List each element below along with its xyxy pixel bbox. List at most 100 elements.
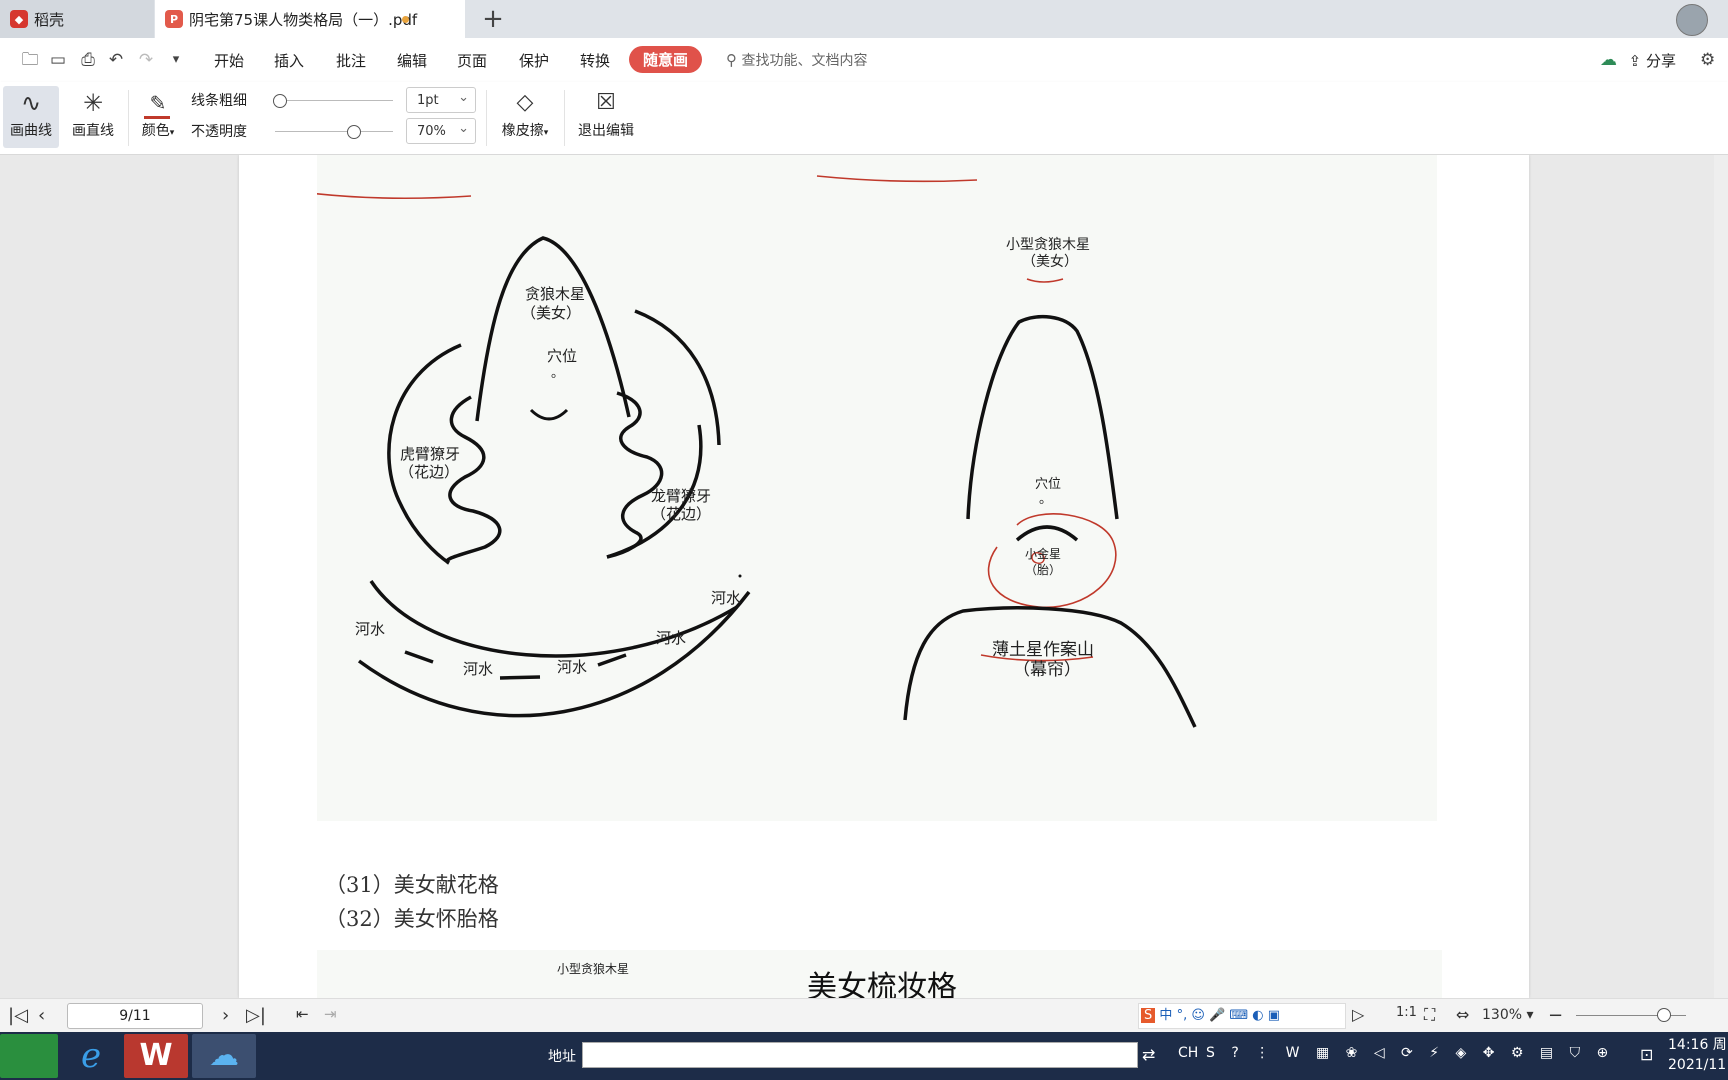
menu-edit[interactable]: 编辑 [397, 50, 427, 71]
search-placeholder: 查找功能、文档内容 [741, 53, 868, 69]
prev-page-icon[interactable]: ‹ [38, 1005, 45, 1026]
avatar[interactable] [1676, 4, 1708, 36]
wps-office-icon[interactable]: W [124, 1034, 188, 1078]
river-dash [597, 653, 627, 667]
next-page-icon[interactable]: › [222, 1005, 229, 1026]
zoom-value: 130% [1482, 1007, 1523, 1023]
vertical-scrollbar[interactable] [1714, 155, 1728, 998]
red-annotation-stroke [1026, 278, 1064, 283]
clock-date: 2021/11 [1668, 1057, 1727, 1073]
close-box-icon: ☒ [596, 90, 616, 115]
system-tray-icons[interactable]: S ? ⋮ W ▦ ❀ ◁ ⟳ ⚡ ◈ ✥ ⚙ ▤ ⛉ ⊕ [1206, 1045, 1614, 1061]
ime-tools-icon: °, ☺ 🎤 ⌨ ◐ ▣ [1176, 1008, 1280, 1023]
first-page-icon[interactable]: |◁ [8, 1005, 28, 1026]
zoom-slider-knob[interactable] [1657, 1008, 1671, 1022]
ie-browser-icon[interactable]: ℯ [60, 1034, 122, 1078]
thickness-select[interactable]: 1pt [406, 85, 476, 113]
start-button[interactable] [0, 1034, 58, 1078]
unsaved-indicator [402, 16, 409, 23]
address-go-icon[interactable]: ⇄ [1142, 1045, 1155, 1064]
ime-toolbar[interactable]: S 中 °, ☺ 🎤 ⌨ ◐ ▣ [1138, 1003, 1346, 1029]
curve-icon: ∿ [20, 89, 42, 117]
share-label: 分享 [1645, 52, 1676, 70]
exit-edit-button[interactable]: ☒ 退出编辑 [572, 86, 640, 148]
dragon-arm-fangs [606, 391, 664, 559]
input-language-label[interactable]: CH [1178, 1045, 1198, 1061]
print-icon[interactable]: ⎙ [78, 50, 98, 70]
next-figure-heading: 美女梳妆格 [807, 970, 957, 998]
pdf-file-icon: P [165, 10, 183, 28]
eraser-button[interactable]: ◇ 橡皮擦▾ [494, 86, 556, 148]
divider [486, 90, 487, 146]
table-mountain-subtitle: （幕帘） [1013, 660, 1081, 680]
river-label: 河水 [711, 589, 742, 607]
tab-document[interactable]: P 阴宅第75课人物类格局（一）.pdf [155, 0, 465, 38]
color-picker-button[interactable]: ✎ 颜色▾ [132, 86, 184, 148]
last-page-icon[interactable]: ▷| [246, 1005, 266, 1026]
cloud-sync-icon[interactable]: ☁ [1600, 50, 1617, 70]
red-annotation-stroke [816, 175, 978, 183]
address-input[interactable] [582, 1042, 1138, 1068]
opacity-select[interactable]: 70% [406, 116, 476, 144]
menu-convert[interactable]: 转换 [580, 50, 610, 71]
search-box[interactable]: ⚲ 查找功能、文档内容 [726, 50, 867, 70]
tab-home[interactable]: ◆ 稻壳 [0, 0, 154, 38]
dragon-arm-subtitle: （花边） [651, 505, 712, 523]
undo-icon[interactable]: ↶ [106, 50, 126, 70]
menu-start[interactable]: 开始 [214, 50, 244, 71]
ime-mode-label: 中 [1159, 1008, 1173, 1023]
tiger-arm-subtitle: （花边） [399, 463, 460, 481]
address-label: 地址 [548, 1049, 576, 1065]
pencil-icon: ✎ [149, 91, 167, 115]
draw-curve-button[interactable]: ∿ 画曲线 [3, 86, 59, 148]
opacity-slider[interactable] [275, 131, 393, 132]
settings-gear-icon[interactable]: ⚙ [1700, 50, 1715, 70]
play-icon[interactable]: ▷ [1352, 1005, 1364, 1024]
freehand-toolbar: ∿ 画曲线 ✳ 画直线 ✎ 颜色▾ 线条粗细 不透明度 1pt 70% ◇ 橡皮… [0, 82, 1728, 155]
share-button[interactable]: ⇪ 分享 [1629, 50, 1676, 71]
river-dash [499, 675, 541, 680]
cloud-app-icon[interactable]: ☁ [192, 1034, 256, 1078]
figure-diagrams: 贪狼木星 （美女） 穴位 。 虎臂獠牙 （花边） 龙臂獠牙 （花边） 河水 河水… [317, 155, 1437, 821]
eraser-label: 橡皮擦 [501, 123, 544, 139]
quick-access-more-icon[interactable]: ▾ [166, 50, 186, 70]
fit-width-icon[interactable]: ⇔ [1456, 1005, 1469, 1024]
windows-taskbar: ℯ W ☁ 地址 ⇄ CH S ? ⋮ W ▦ ❀ ◁ ⟳ ⚡ ◈ ✥ ⚙ ▤ … [0, 1032, 1728, 1080]
river-label: 河水 [355, 620, 386, 638]
back-view-icon[interactable]: ⇤ [296, 1005, 309, 1023]
red-annotation-stroke [317, 193, 472, 200]
tab-document-label: 阴宅第75课人物类格局（一）.pdf [189, 10, 418, 29]
acupoint-mark: 。 [551, 366, 565, 381]
menu-page[interactable]: 页面 [457, 50, 487, 71]
system-clock[interactable]: 14:16 周 2021/11 [1668, 1035, 1728, 1075]
thickness-slider[interactable] [275, 100, 393, 101]
document-viewport[interactable]: 贪狼木星 （美女） 穴位 。 虎臂獠牙 （花边） 龙臂獠牙 （花边） 河水 河水… [0, 155, 1728, 998]
zoom-out-icon[interactable]: − [1548, 1005, 1563, 1026]
draw-line-button[interactable]: ✳ 画直线 [65, 86, 121, 148]
menu-insert[interactable]: 插入 [274, 50, 304, 71]
redo-icon[interactable]: ↷ [136, 50, 156, 70]
zoom-select[interactable]: 130% ▾ [1482, 1007, 1534, 1023]
divider [564, 90, 565, 146]
opacity-slider-knob[interactable] [347, 125, 361, 139]
river-dash [404, 650, 434, 664]
page-number-input[interactable]: 9/11 [67, 1003, 203, 1029]
actual-size-icon[interactable]: 1:1 [1396, 1005, 1417, 1020]
forward-view-icon[interactable]: ⇥ [324, 1005, 337, 1023]
fit-page-icon[interactable]: ⛶ [1424, 1005, 1435, 1025]
open-folder-icon[interactable]: 🗀 [20, 50, 40, 70]
small-acupoint-mark: 。 [1039, 492, 1053, 507]
menu-protect[interactable]: 保护 [519, 50, 549, 71]
diagram-drawing [317, 175, 1197, 728]
save-icon[interactable]: ▭ [48, 50, 68, 70]
small-peak-subtitle: （美女） [1022, 254, 1078, 270]
menu-annotate[interactable]: 批注 [336, 50, 366, 71]
thickness-slider-knob[interactable] [273, 94, 287, 108]
thickness-label: 线条粗细 [191, 93, 247, 109]
new-tab-button[interactable]: + [478, 4, 508, 34]
show-desktop-icon[interactable]: ⊡ [1640, 1045, 1653, 1064]
menu-bar: 🗀 ▭ ⎙ ↶ ↷ ▾ 开始 插入 批注 编辑 页面 保护 转换 随意画 ⚲ 查… [0, 38, 1728, 82]
menu-freehand[interactable]: 随意画 [629, 46, 703, 73]
next-small-peak-label: 小型贪狼木星 [557, 962, 630, 976]
peak-title: 贪狼木星 [525, 285, 586, 303]
